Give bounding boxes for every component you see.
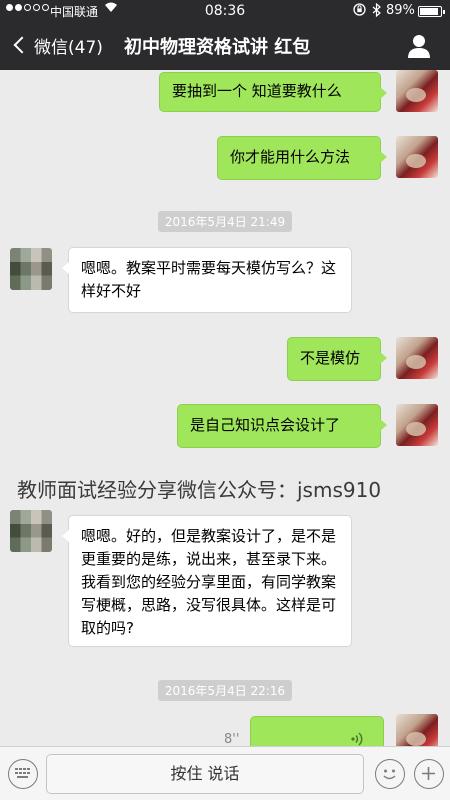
emoji-icon[interactable] bbox=[375, 759, 405, 789]
bluetooth-icon bbox=[372, 2, 381, 20]
voice-duration: 8'' bbox=[224, 732, 240, 747]
top-bar: 中国联通 08:36 89% 微信(47) 初中物理资格试讲 红包 bbox=[0, 0, 450, 70]
message-bubble-outgoing[interactable]: 是自己知识点会设计了 bbox=[177, 404, 387, 448]
message-bubble-incoming[interactable]: 嗯嗯。教案平时需要每天模仿写么？这样好不好 bbox=[62, 247, 352, 313]
my-avatar[interactable] bbox=[396, 337, 438, 379]
back-label: 微信(47) bbox=[34, 37, 103, 58]
voice-wave-icon bbox=[349, 731, 365, 747]
hold-to-talk-button[interactable]: 按住 说话 bbox=[46, 754, 364, 794]
message-bubble-outgoing[interactable]: 不是模仿 bbox=[287, 337, 387, 381]
status-time: 08:36 bbox=[204, 3, 246, 19]
timestamp-label: 2016年5月4日 22:16 bbox=[157, 680, 293, 701]
chevron-left-icon bbox=[13, 36, 31, 54]
user-icon[interactable] bbox=[406, 33, 432, 59]
status-bar: 中国联通 08:36 89% bbox=[0, 0, 450, 22]
timestamp: 2016年5月4日 21:49 bbox=[0, 211, 450, 232]
message-bubble-outgoing[interactable]: 你才能用什么方法 bbox=[217, 136, 387, 180]
plus-icon[interactable] bbox=[414, 759, 444, 789]
chat-title: 初中物理资格试讲 红包 bbox=[124, 37, 311, 58]
battery-icon bbox=[418, 6, 445, 17]
message-bubble-incoming[interactable]: 嗯嗯。好的，但是教案设计了，是不是更重要的是练，说出来，甚至录下来。我看到您的经… bbox=[62, 515, 352, 647]
my-avatar[interactable] bbox=[396, 404, 438, 446]
back-button[interactable]: 微信(47) bbox=[10, 30, 103, 60]
timestamp-label: 2016年5月4日 21:49 bbox=[157, 211, 293, 232]
watermark-text: 教师面试经验分享微信公众号：jsms910 bbox=[17, 478, 382, 502]
battery-percent: 89% bbox=[386, 3, 415, 18]
message-bubble-outgoing[interactable]: 要抽到一个 知道要教什么 bbox=[159, 72, 387, 112]
timestamp: 2016年5月4日 22:16 bbox=[0, 680, 450, 701]
my-avatar[interactable] bbox=[396, 70, 438, 112]
contact-avatar[interactable] bbox=[10, 510, 52, 552]
contact-avatar[interactable] bbox=[10, 248, 52, 290]
keyboard-icon[interactable] bbox=[8, 759, 38, 789]
my-avatar[interactable] bbox=[396, 136, 438, 178]
rotation-lock-icon bbox=[353, 3, 366, 19]
input-bar: 按住 说话 bbox=[0, 746, 450, 800]
